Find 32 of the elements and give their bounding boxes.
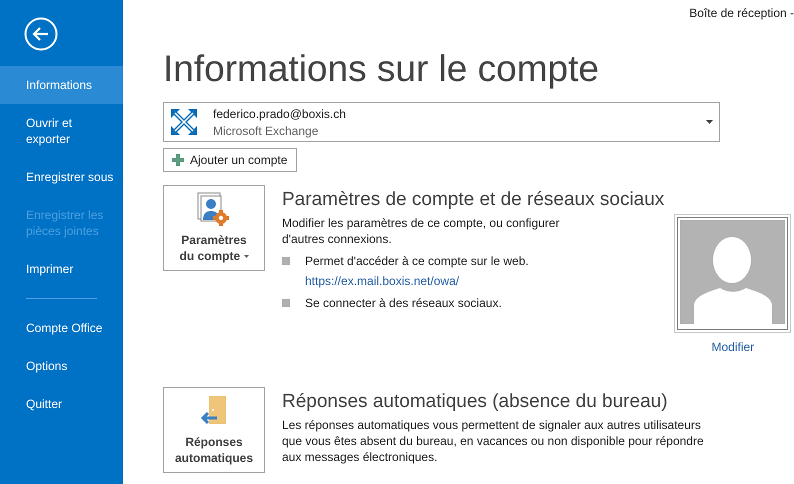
section-heading: Réponses automatiques (absence du bureau) <box>282 391 669 413</box>
page-title: Informations sur le compte <box>163 47 600 91</box>
bullet-icon <box>282 257 290 265</box>
account-settings-icon <box>197 192 231 228</box>
dropdown-caret-icon <box>706 120 713 124</box>
menu-item[interactable]: Enregistrer sous <box>0 158 123 196</box>
bullet-icon <box>282 299 290 307</box>
menu-item[interactable]: Options <box>0 347 123 385</box>
section-heading: Paramètres de compte et de réseaux sociaux <box>282 189 664 211</box>
back-icon[interactable] <box>24 17 58 51</box>
inbox-label[interactable]: Boîte de réception - <box>689 6 794 20</box>
plus-icon <box>172 154 184 166</box>
auto-reply-button[interactable]: Réponses automatiques <box>163 387 265 473</box>
change-photo-link[interactable]: Modifier <box>711 340 754 354</box>
menu-item[interactable]: Ouvrir et exporter <box>0 104 106 158</box>
menu-item[interactable]: Informations <box>0 66 123 104</box>
add-account-button[interactable]: Ajouter un compte <box>163 148 298 172</box>
bullet-text: Se connecter à des réseaux sociaux. <box>305 296 502 310</box>
bullet-text: Permet d'accéder à ce compte sur le web. <box>305 254 529 268</box>
menu-item[interactable]: Compte Office <box>0 309 123 347</box>
caret-icon <box>244 255 248 258</box>
account-dropdown[interactable]: federico.prado@boxis.ch Microsoft Exchange <box>163 102 720 142</box>
section-description: Les réponses automatiques vous permettent de signaler aux autres utilisateurs que vous êtes absent du bureau, en vacances ou non disponible pour répondre aux messages électroniques. <box>282 417 705 465</box>
menu-item[interactable]: Quitter <box>0 385 123 423</box>
menu-item[interactable]: Imprimer <box>0 250 123 288</box>
profile-placeholder-icon <box>680 220 786 324</box>
section-description: Modifier les paramètres de ce compte, ou configurer d'autres connexions. <box>282 215 560 247</box>
account-email: federico.prado@boxis.ch <box>213 106 347 120</box>
account-settings-button[interactable]: Paramètres du compte <box>163 185 265 271</box>
exchange-icon <box>169 107 199 137</box>
web-link[interactable]: https://ex.mail.boxis.net/owa/ <box>305 273 460 289</box>
account-type: Microsoft Exchange <box>213 124 320 138</box>
